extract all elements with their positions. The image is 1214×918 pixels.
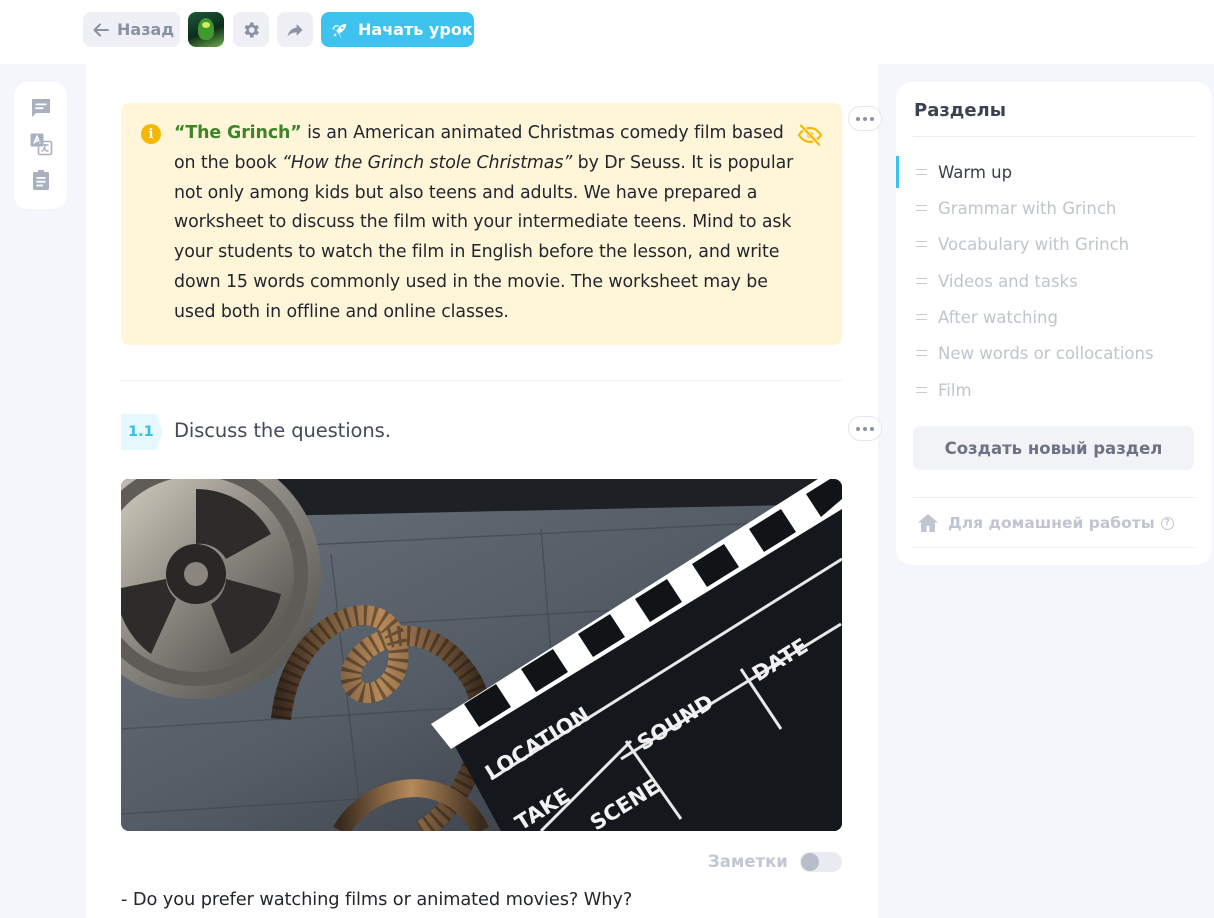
drag-handle-icon[interactable] (916, 350, 927, 356)
drag-handle-icon[interactable] (916, 205, 927, 211)
chat-icon (32, 99, 50, 117)
top-bar: Назад Начать урок (0, 0, 1214, 64)
homework-label: Для домашней работы (948, 514, 1155, 532)
translate-tool[interactable] (29, 132, 53, 156)
rocket-icon (332, 23, 347, 39)
lesson-cover-thumbnail[interactable] (188, 12, 224, 47)
section-item-after-watching[interactable]: After watching (896, 301, 1196, 333)
clapperboard-illustration: LOCATION SOUND DATE TAKE SCENE (121, 479, 842, 831)
sections-title-divider (913, 136, 1195, 137)
grinch-face (202, 22, 210, 28)
share-button[interactable] (277, 12, 313, 47)
start-lesson-label: Начать урок (358, 20, 473, 39)
teacher-note-box: i “The Grinch” is an American animated C… (121, 103, 842, 345)
section-item-label: Warm up (938, 162, 1013, 182)
info-icon: i (141, 124, 161, 144)
tool-rail (14, 82, 67, 209)
note-text-part-2: by Dr Seuss. It is popular not only amon… (174, 152, 794, 322)
back-button[interactable]: Назад (83, 12, 180, 47)
book-title: “How the Grinch stole Christmas” (281, 152, 573, 173)
film-clapperboard-image: LOCATION SOUND DATE TAKE SCENE (121, 479, 842, 831)
section-item-warm-up[interactable]: Warm up (896, 156, 1196, 188)
drag-handle-icon[interactable] (916, 241, 927, 247)
clipboard-icon (33, 170, 49, 190)
homework-bottom-divider (913, 547, 1195, 548)
section-item-vocabulary[interactable]: Vocabulary with Grinch (896, 228, 1196, 260)
translate-icon (30, 133, 53, 156)
section-item-grammar[interactable]: Grammar with Grinch (896, 192, 1196, 224)
share-arrow-icon (287, 23, 303, 37)
chat-tool[interactable] (29, 96, 53, 120)
notes-tool[interactable] (29, 168, 53, 192)
exercise-more-options-button[interactable] (848, 416, 882, 441)
exercise-number: 1.1 (121, 414, 163, 450)
section-divider (121, 380, 842, 381)
drag-handle-icon[interactable] (916, 278, 927, 284)
sections-title: Разделы (914, 100, 1007, 121)
notes-toggle[interactable] (800, 852, 842, 872)
back-label: Назад (117, 20, 175, 39)
section-item-label: Film (938, 380, 972, 400)
drag-handle-icon[interactable] (916, 387, 927, 393)
drag-handle-icon[interactable] (916, 169, 927, 175)
note-more-options-button[interactable] (848, 106, 882, 131)
exercise-title: Discuss the questions. (174, 419, 391, 442)
create-section-button[interactable]: Создать новый раздел (913, 426, 1194, 470)
section-item-label: After watching (938, 307, 1058, 327)
settings-button[interactable] (233, 12, 269, 47)
homework-section-link[interactable]: Для домашней работы ? (917, 513, 1174, 533)
help-icon[interactable]: ? (1160, 516, 1174, 530)
home-icon (918, 514, 938, 532)
section-item-film[interactable]: Film (896, 374, 1196, 406)
notes-toggle-label: Заметки (708, 852, 788, 871)
teacher-note-text: “The Grinch” is an American animated Chr… (174, 119, 794, 328)
homework-top-divider (913, 497, 1195, 498)
film-title-highlight: “The Grinch” (174, 123, 302, 143)
drag-handle-icon[interactable] (916, 314, 927, 320)
lesson-content: i “The Grinch” is an American animated C… (86, 64, 882, 918)
section-item-label: New words or collocations (938, 343, 1154, 363)
eye-slash-icon[interactable] (797, 123, 823, 147)
sections-panel: Разделы Warm up Grammar with Grinch Voca… (896, 82, 1212, 565)
section-item-videos[interactable]: Videos and tasks (896, 265, 1196, 297)
gear-icon (244, 22, 259, 37)
section-item-label: Grammar with Grinch (938, 198, 1117, 218)
start-lesson-button[interactable]: Начать урок (321, 12, 474, 47)
notes-toggle-knob (801, 853, 819, 871)
section-item-label: Vocabulary with Grinch (938, 234, 1130, 254)
section-item-new-words[interactable]: New words or collocations (896, 337, 1196, 369)
arrow-left-icon (93, 23, 109, 36)
question-1: - Do you prefer watching films or animat… (121, 889, 633, 910)
section-item-label: Videos and tasks (938, 271, 1078, 291)
